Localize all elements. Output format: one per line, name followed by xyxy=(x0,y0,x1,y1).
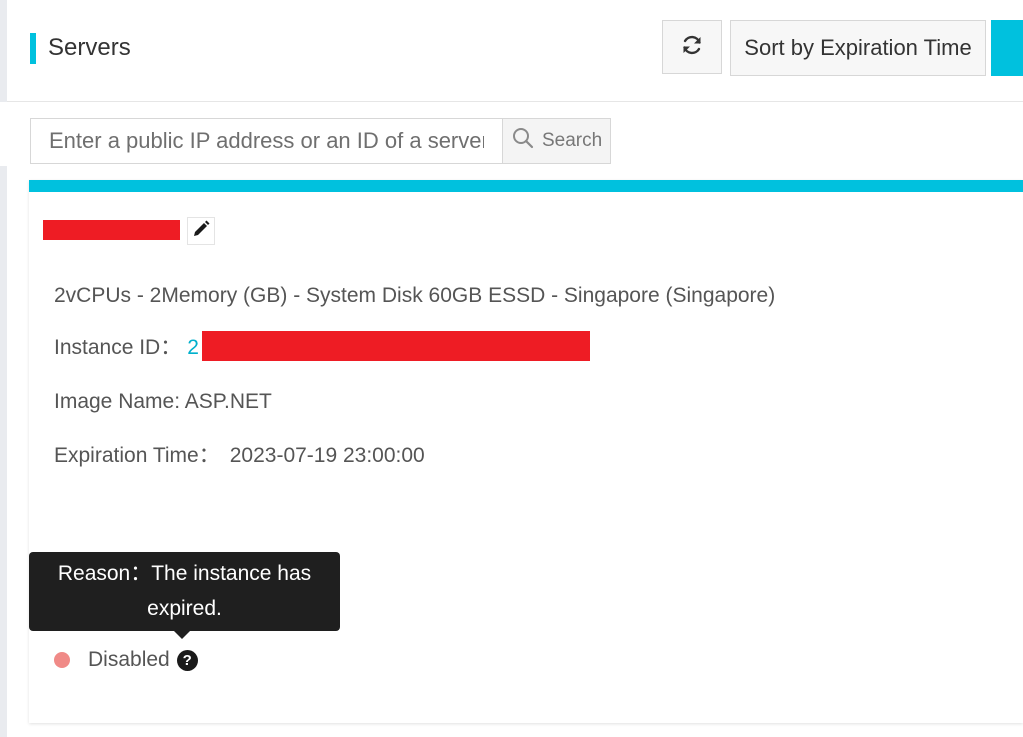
left-rail xyxy=(0,166,7,737)
search-button-label: Search xyxy=(542,130,603,151)
instance-id-link[interactable]: 2 xyxy=(187,336,199,359)
server-card: 2vCPUs - 2Memory (GB) - System Disk 60GB… xyxy=(29,180,1023,723)
expiration-label: Expiration Time： xyxy=(54,444,220,467)
page-title: Servers xyxy=(48,34,131,61)
image-name: Image Name: ASP.NET xyxy=(54,390,272,413)
server-spec: 2vCPUs - 2Memory (GB) - System Disk 60GB… xyxy=(54,284,776,307)
sort-by-expiration-button[interactable]: Sort by Expiration Time xyxy=(730,20,986,76)
left-rail xyxy=(0,0,7,102)
status-tooltip: Reason：The instance has expired. xyxy=(29,552,340,631)
title-accent-bar xyxy=(30,33,36,64)
instance-id-label: Instance ID： xyxy=(54,336,182,359)
server-name-redacted xyxy=(43,220,180,240)
status-dot xyxy=(54,652,70,668)
instance-id-row: Instance ID： 2 xyxy=(54,331,590,362)
status-label: Disabled xyxy=(88,648,170,671)
servers-page: Servers Sort by Expiration Time Search xyxy=(0,0,1023,737)
card-accent-bar xyxy=(29,180,1023,192)
search-input[interactable] xyxy=(30,118,503,164)
refresh-icon xyxy=(680,33,704,62)
expiration-row: Expiration Time： 2023-07-19 23:00:00 xyxy=(54,442,425,470)
question-circle-icon[interactable]: ? xyxy=(176,649,198,671)
expiration-value: 2023-07-19 23:00:00 xyxy=(229,444,425,467)
create-server-button[interactable] xyxy=(991,20,1023,76)
page-header: Servers Sort by Expiration Time xyxy=(7,0,1023,102)
search-button[interactable]: Search xyxy=(502,118,611,164)
instance-id-redacted xyxy=(202,331,590,361)
tooltip-line-2: expired. xyxy=(147,597,222,620)
pencil-icon xyxy=(192,220,210,243)
refresh-button[interactable] xyxy=(662,20,722,74)
edit-name-button[interactable] xyxy=(187,217,215,245)
status-indicator: Disabled ? xyxy=(54,646,198,674)
search-icon xyxy=(512,127,534,155)
tooltip-arrow xyxy=(174,631,190,639)
tooltip-line-1: Reason：The instance has xyxy=(57,562,312,585)
